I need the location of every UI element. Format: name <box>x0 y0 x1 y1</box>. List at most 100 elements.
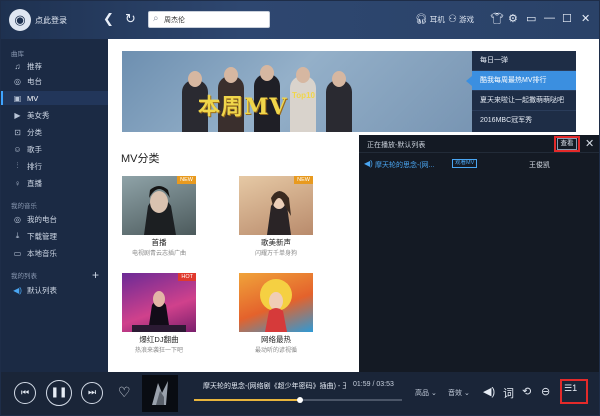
banner-figure <box>290 76 316 132</box>
mv-category-card[interactable]: NEW 首播 电视剧青云志插广曲 <box>122 176 196 268</box>
pause-button[interactable]: ❚❚ <box>46 380 72 406</box>
game-button[interactable]: ⚇ 游戏 <box>448 14 474 25</box>
close-icon[interactable]: ✕ <box>581 12 590 25</box>
login-link[interactable]: 点此登录 <box>35 15 67 26</box>
sidebar-item-beauty-show[interactable]: ▶ 美女秀 <box>1 108 108 122</box>
sidebar-item-label: 分类 <box>27 127 42 137</box>
skin-icon[interactable]: 👕︎ <box>490 12 504 25</box>
progress-fill <box>194 399 301 401</box>
sidebar-item-label: 排行 <box>27 161 42 171</box>
banner-figure-head <box>260 65 274 81</box>
effect-label: 音效 <box>448 390 462 397</box>
card-title[interactable]: 爆红DJ翻曲 <box>122 334 196 345</box>
lyrics-button[interactable]: 词 <box>503 385 514 401</box>
sound-effect-button[interactable]: 音效 ⌄ <box>448 388 470 398</box>
sidebar-item-label: 歌手 <box>27 144 42 154</box>
mv-category-card[interactable]: 网络最热 最动听的谚视循 <box>239 273 313 365</box>
sidebar-item-label: 下载管理 <box>27 231 57 241</box>
highlight-box <box>554 136 580 152</box>
maximize-icon[interactable]: ☐ <box>562 12 572 25</box>
like-heart-icon[interactable]: ♡ <box>118 384 131 401</box>
section-label-library: 曲库 <box>11 51 24 58</box>
next-button[interactable]: ⏭ <box>81 382 103 404</box>
sidebar-item-label: 美女秀 <box>27 110 50 120</box>
mv-category-title: MV分类 <box>121 153 160 165</box>
speaker-icon: ◀) <box>364 159 373 168</box>
card-title[interactable]: 歌美新声 <box>239 237 313 248</box>
search-icon[interactable]: ⌕ <box>153 13 159 24</box>
card-thumbnail[interactable]: NEW <box>122 176 196 235</box>
sidebar-item-mv[interactable]: ▣ MV <box>1 91 108 105</box>
mv-category-card[interactable]: NEW 歌美新声 闪耀万千单身狗 <box>239 176 313 268</box>
highlight-box <box>560 379 588 404</box>
sidebar-item-label: MV <box>27 93 39 103</box>
sidebar-item-recommend[interactable]: ♫ 推荐 <box>1 59 108 73</box>
banner-list-item[interactable]: 每日一弹 <box>472 51 576 71</box>
play-time: 01:59 / 03:53 <box>353 381 394 388</box>
banner-title: 本周MV <box>198 94 288 120</box>
new-badge: NEW <box>294 176 313 184</box>
minimize-icon[interactable]: — <box>544 12 555 24</box>
banner-figure <box>326 80 352 132</box>
card-description: 闪耀万千单身狗 <box>254 251 297 257</box>
banner-list-item[interactable]: 夏天来啦让一起撒萌萌哒吧 <box>472 91 576 111</box>
banner-subtitle: Top10 <box>292 91 315 100</box>
quality-button[interactable]: 高品 ⌄ <box>415 388 437 398</box>
sidebar-item-local-music[interactable]: ▭ 本地音乐 <box>1 246 108 260</box>
loop-mode-icon[interactable]: ⟲ <box>522 385 531 398</box>
banner-figure-head <box>296 67 310 83</box>
more-options-icon[interactable]: ⊖ <box>541 385 550 398</box>
card-thumbnail[interactable]: HOT <box>122 273 196 332</box>
banner-figure-head <box>332 71 346 87</box>
watch-mv-tag[interactable]: 观看MV <box>452 159 478 168</box>
mv-icon: ▣ <box>13 93 22 103</box>
sidebar-item-download[interactable]: ⤓ 下载管理 <box>1 229 108 243</box>
panel-title: 正在播放-默认列表 <box>367 142 426 149</box>
search-input[interactable] <box>164 14 264 25</box>
progress-track[interactable] <box>194 397 402 403</box>
mini-mode-icon[interactable]: ▭ <box>526 12 536 25</box>
progress-handle[interactable] <box>297 397 304 403</box>
section-label-my-music: 我的音乐 <box>11 203 37 210</box>
playlist-artist[interactable]: 王俊凯 <box>529 160 550 170</box>
sidebar-item-category[interactable]: ⊡ 分类 <box>1 125 108 139</box>
playlist-song-title[interactable]: 摩天轮的思念-(网... <box>375 160 435 170</box>
card-description: 最动听的谚视循 <box>254 348 297 354</box>
live-icon: ♀ <box>14 178 21 188</box>
earphone-label: 耳机 <box>429 15 445 24</box>
sidebar-item-live[interactable]: ♀ 直播 <box>1 176 108 190</box>
panel-close-icon[interactable]: ✕ <box>585 137 594 150</box>
sidebar-item-my-radio[interactable]: ◎ 我的电台 <box>1 212 108 226</box>
mv-top10-banner[interactable]: 本周MV Top10 <box>122 51 472 132</box>
banner-list: 每日一弹 酷我每周最热MV排行 夏天来啦让一起撒萌萌哒吧 2016MBC冠军秀 <box>466 51 576 132</box>
sidebar-item-default-list[interactable]: ◀) 默认列表 <box>1 283 108 297</box>
sidebar-item-ranking[interactable]: ⫶ 排行 <box>1 159 108 173</box>
add-list-icon[interactable]: + <box>92 268 99 282</box>
card-title[interactable]: 网络最热 <box>239 334 313 345</box>
title-bar: ◉ 点此登录 ❮ ↻ ⌕ 🎧︎ 耳机 ⚇ 游戏 👕︎ ⚙ ▭ — ☐ ✕ <box>1 1 599 39</box>
search-box[interactable]: ⌕ <box>148 11 270 28</box>
settings-gear-icon[interactable]: ⚙ <box>508 12 518 25</box>
refresh-icon[interactable]: ↻ <box>125 11 136 27</box>
card-thumbnail[interactable] <box>239 273 313 332</box>
earphone-button[interactable]: 🎧︎ 耳机 <box>415 14 445 25</box>
player-bar: ⏮ ❚❚ ⏭ ♡ 摩天轮的思念-(网络剧《超少年密码》插曲) - 王 01:59… <box>1 372 599 415</box>
headphone-icon: 🎧︎ <box>415 14 428 25</box>
playlist-row[interactable]: ◀) 摩天轮的思念-(网... 观看MV 王俊凯 <box>359 157 599 171</box>
sidebar-item-label: 默认列表 <box>27 285 57 295</box>
card-title[interactable]: 首播 <box>122 237 196 248</box>
sidebar-item-singer[interactable]: ☺ 歌手 <box>1 142 108 156</box>
album-cover-art <box>152 381 168 405</box>
album-cover[interactable] <box>142 375 178 412</box>
download-icon: ⤓ <box>15 231 20 240</box>
back-icon[interactable]: ❮ <box>103 11 114 27</box>
banner-list-item[interactable]: 酷我每周最热MV排行 <box>466 71 576 91</box>
banner-list-item[interactable]: 2016MBC冠军秀 <box>472 111 576 131</box>
volume-icon[interactable]: ◀) <box>483 385 495 398</box>
previous-button[interactable]: ⏮ <box>14 382 36 404</box>
mv-category-card[interactable]: HOT 爆红DJ翻曲 热浪来袭狂一下吧 <box>122 273 196 365</box>
speaker-icon: ◀) <box>13 285 22 295</box>
app-logo-icon[interactable]: ◉ <box>9 9 31 31</box>
card-thumbnail[interactable]: NEW <box>239 176 313 235</box>
sidebar-item-radio[interactable]: ◎ 电台 <box>1 74 108 88</box>
